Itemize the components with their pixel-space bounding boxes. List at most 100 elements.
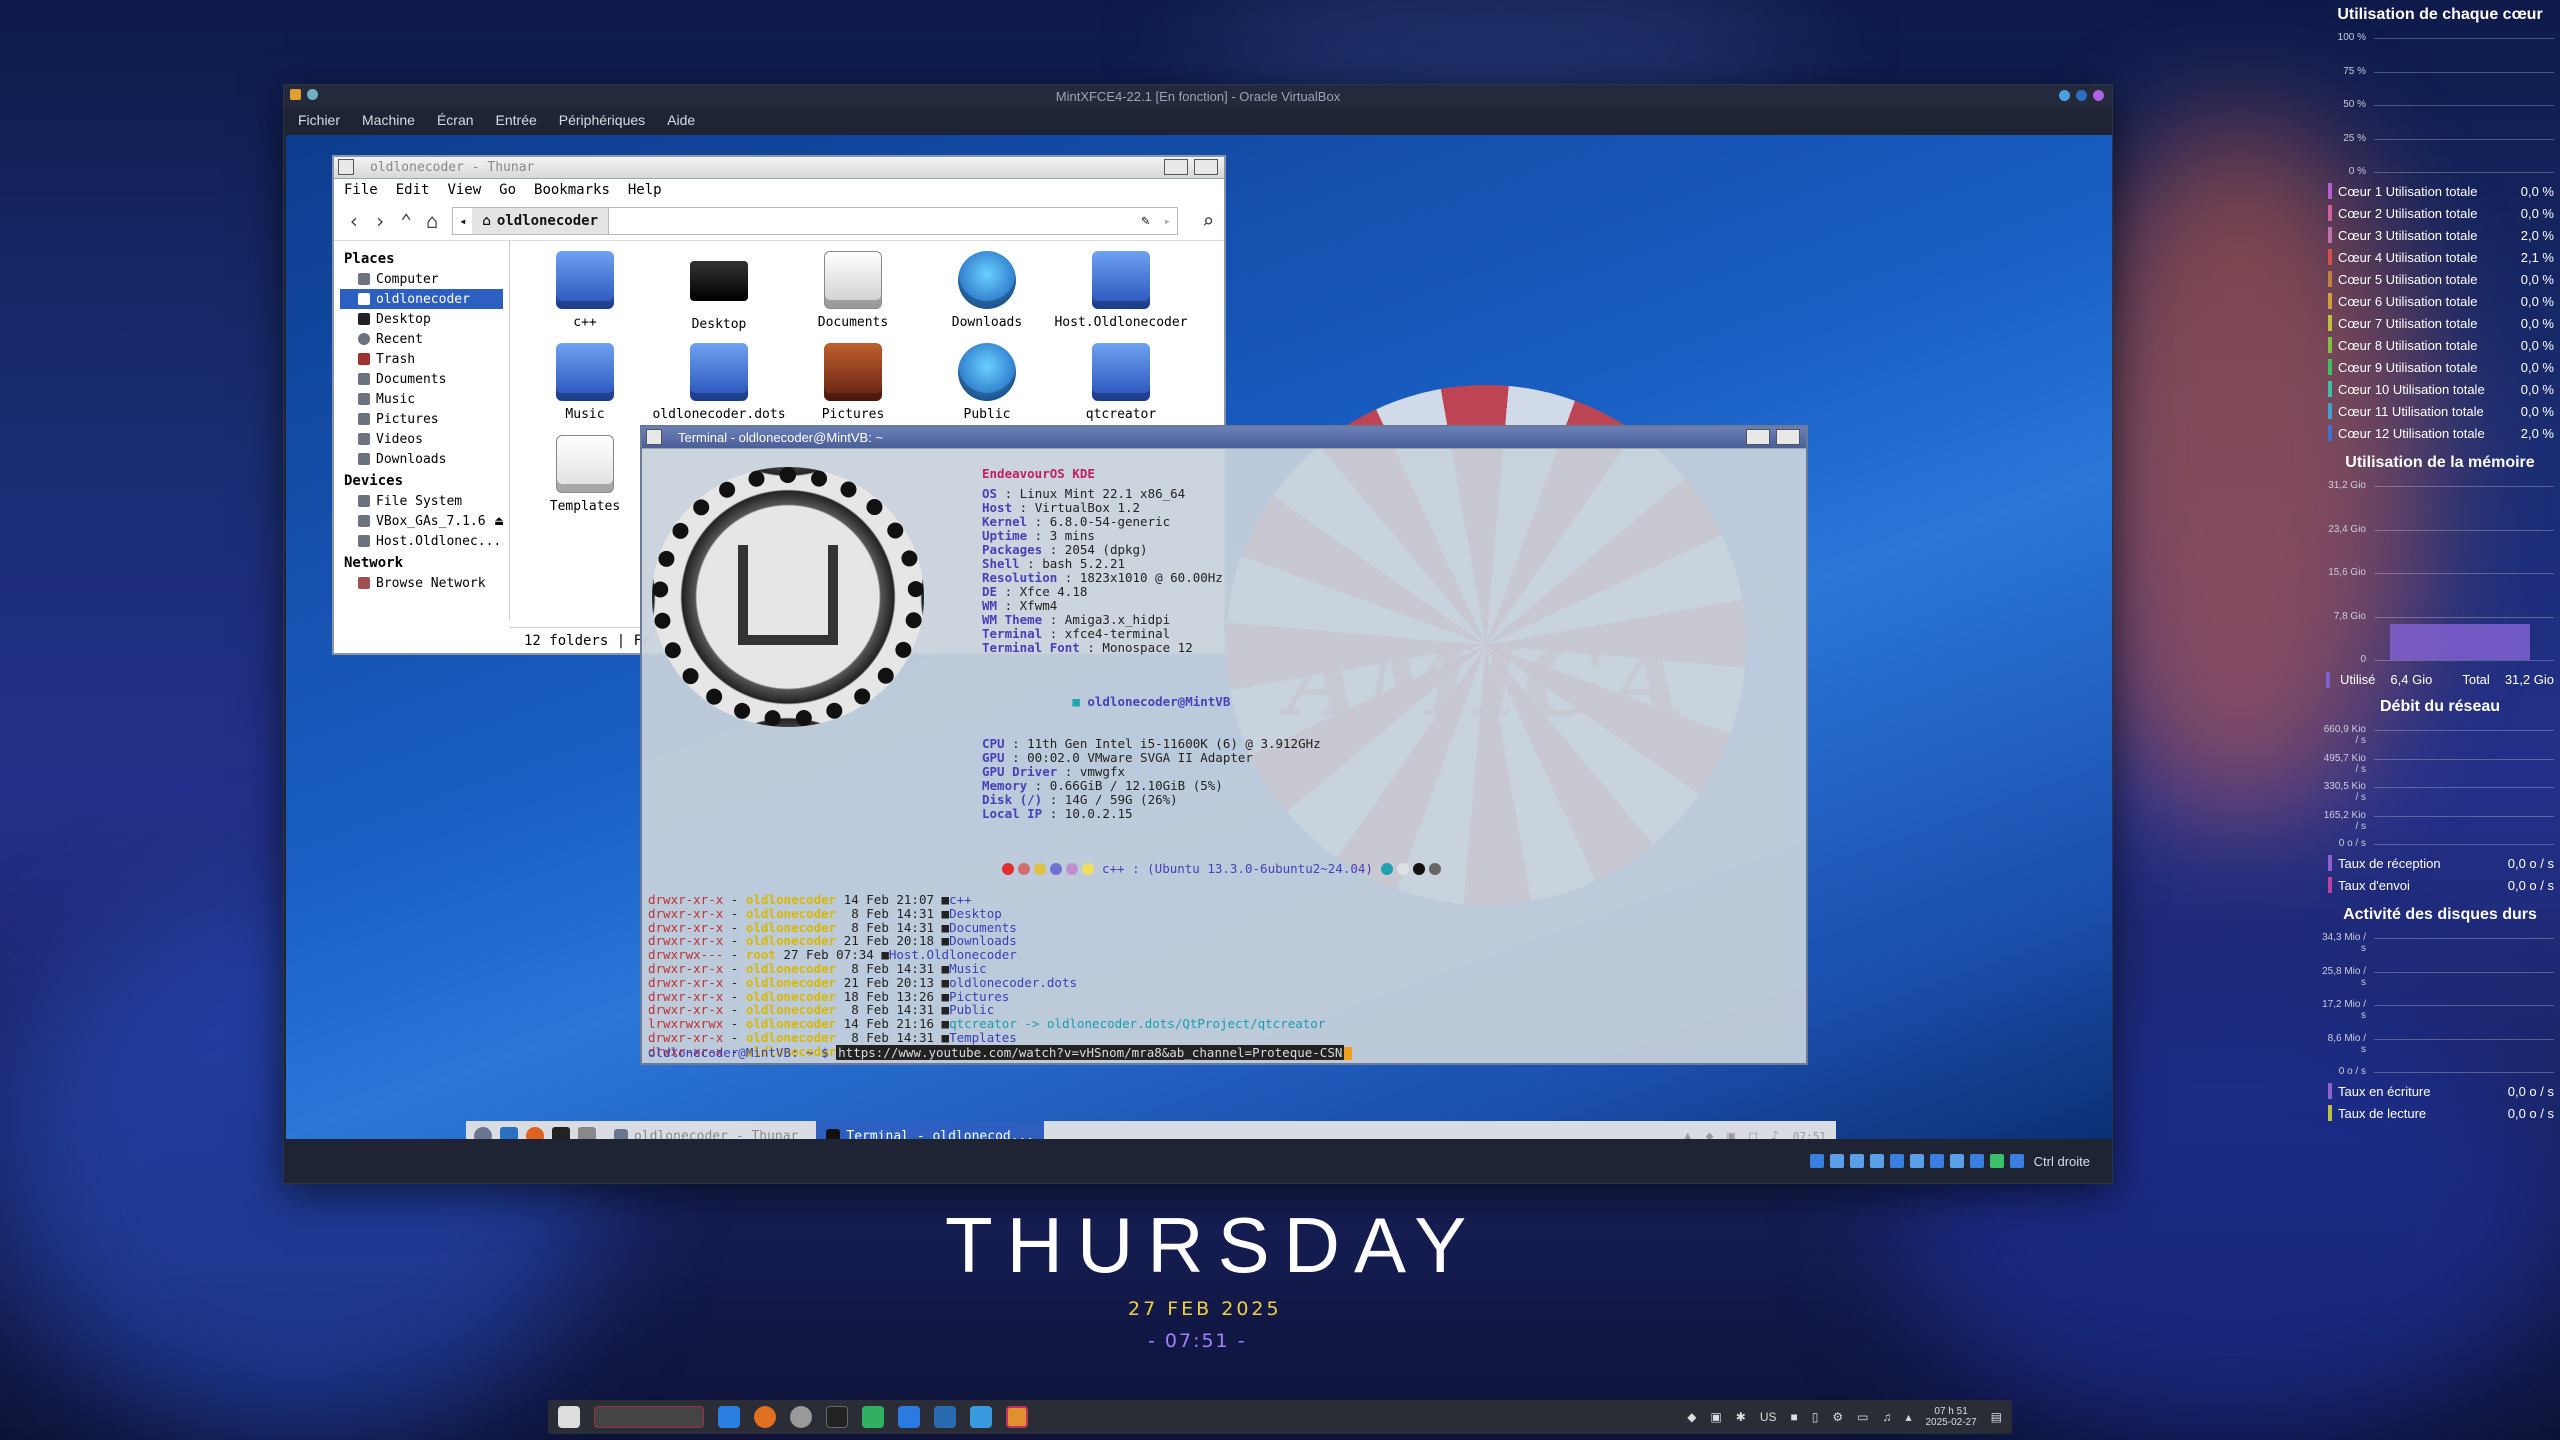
sidebar-item-music[interactable]: Music — [340, 389, 503, 409]
display-status-icon[interactable] — [1929, 1154, 1944, 1168]
sidebar-item-desktop[interactable]: Desktop — [340, 309, 503, 329]
sidebar-item-host-share[interactable]: Host.Oldlonec...⏏ — [340, 531, 503, 551]
disk-tray-icon[interactable]: ■ — [1791, 1410, 1798, 1424]
recording-status-icon[interactable] — [1949, 1154, 1964, 1168]
path-left-arrow-icon[interactable]: ◂ — [453, 214, 472, 228]
thunar-menu-edit[interactable]: Edit — [396, 182, 430, 198]
file-item-templates[interactable]: Templates — [518, 435, 652, 527]
sidebar-item-filesystem[interactable]: File System — [340, 491, 503, 511]
audio-status-icon[interactable] — [1849, 1154, 1864, 1168]
menu-machine[interactable]: Machine — [362, 112, 415, 128]
file-item-documents[interactable]: Documents — [786, 251, 920, 343]
close-button[interactable] — [2093, 90, 2104, 101]
expand-tray-icon[interactable]: ▴ — [1905, 1410, 1911, 1424]
firefox-icon[interactable] — [754, 1406, 776, 1428]
sidebar-item-pictures[interactable]: Pictures — [340, 409, 503, 429]
path-right-arrow-icon[interactable]: ▸ — [1158, 214, 1177, 228]
thunar-menu-go[interactable]: Go — [499, 182, 516, 198]
optical-status-icon[interactable] — [1829, 1154, 1844, 1168]
file-item-desktop[interactable]: Desktop — [652, 251, 786, 343]
terminal-titlebar[interactable]: Terminal - oldlonecoder@MintVB: ~ — [642, 427, 1806, 449]
cpu-status-icon[interactable] — [1969, 1154, 1984, 1168]
sidebar-item-documents[interactable]: Documents — [340, 369, 503, 389]
file-item-public[interactable]: Public — [920, 343, 1054, 435]
maximize-button[interactable] — [2076, 90, 2087, 101]
menu-aide[interactable]: Aide — [667, 112, 695, 128]
pager-icon[interactable] — [594, 1406, 704, 1428]
file-item-host[interactable]: Host.Oldlonecoder — [1054, 251, 1188, 343]
hdd-status-icon[interactable] — [1809, 1154, 1824, 1168]
thunar-menu-help[interactable]: Help — [628, 182, 662, 198]
file-item-dots[interactable]: oldlonecoder.dots — [652, 343, 786, 435]
thunar-menu-file[interactable]: File — [344, 182, 378, 198]
network-status-icon[interactable] — [1869, 1154, 1884, 1168]
updates-tray-icon[interactable]: ◆ — [1687, 1410, 1696, 1424]
eject-icon[interactable]: ⏏ — [495, 514, 503, 529]
terminal-prompt[interactable]: oldlonecoder@MintVB: ~ $ https://www.you… — [648, 1045, 1353, 1060]
app-launcher-icon[interactable] — [558, 1406, 580, 1428]
vbox-pin-icon[interactable] — [307, 89, 318, 100]
terminal-output[interactable]: EndeavourOS KDE OS : Linux Mint 22.1 x86… — [642, 449, 1806, 1063]
settings-tray-icon[interactable]: ⚙ — [1832, 1410, 1843, 1424]
mouse-integration-status-icon[interactable] — [2009, 1154, 2024, 1168]
clipboard-tray-icon[interactable]: ▣ — [1710, 1410, 1721, 1424]
sidebar-item-videos[interactable]: Videos — [340, 429, 503, 449]
guest-screen[interactable]: AMIGA oldlonecoder - Thunar File Edit Vi… — [286, 135, 2112, 1141]
sidebar-item-trash[interactable]: Trash — [340, 349, 503, 369]
sidebar-item-browse-network[interactable]: Browse Network — [340, 573, 503, 593]
volume-tray-icon[interactable]: ♫ — [1882, 1410, 1891, 1424]
back-arrow-icon[interactable]: ‹ — [348, 209, 360, 233]
file-manager-icon[interactable] — [718, 1406, 740, 1428]
file-item-music[interactable]: Music — [518, 343, 652, 435]
menu-ecran[interactable]: Écran — [437, 112, 474, 128]
shared-folder-status-icon[interactable] — [1909, 1154, 1924, 1168]
path-crumb-home[interactable]: ⌂ oldlonecoder — [472, 207, 610, 234]
keyboard-layout-indicator[interactable]: US — [1760, 1410, 1777, 1424]
location-bar[interactable]: ◂ ⌂ oldlonecoder ✎ ▸ — [452, 206, 1178, 235]
terminal-zoom-button[interactable] — [1776, 429, 1800, 445]
menu-peripheriques[interactable]: Périphériques — [559, 112, 645, 128]
guest-additions-status-icon[interactable] — [1989, 1154, 2004, 1168]
chromium-icon[interactable] — [790, 1406, 812, 1428]
calculator-icon[interactable] — [970, 1406, 992, 1428]
file-item-cpp[interactable]: c++ — [518, 251, 652, 343]
host-clock[interactable]: 07 h 51 2025-02-27 — [1926, 1406, 1977, 1428]
display-tray-icon[interactable]: ▭ — [1857, 1410, 1868, 1424]
menu-entree[interactable]: Entrée — [496, 112, 537, 128]
file-item-downloads[interactable]: Downloads — [920, 251, 1054, 343]
edit-location-icon[interactable]: ✎ — [1133, 213, 1157, 229]
sidebar-item-home[interactable]: oldlonecoder — [340, 289, 503, 309]
thunar-zoom-button[interactable] — [1194, 159, 1218, 175]
task-terminal[interactable]: Terminal - oldlonecod... — [816, 1121, 1045, 1141]
menu-fichier[interactable]: Fichier — [298, 112, 340, 128]
sidebar-item-vbox-gas[interactable]: VBox_GAs_7.1.6 ⏏ — [340, 511, 503, 531]
vscode-icon[interactable] — [898, 1406, 920, 1428]
task-thunar[interactable]: oldlonecoder - Thunar — [604, 1121, 808, 1141]
thunar-depth-button[interactable] — [1164, 159, 1188, 175]
virtualbox-titlebar[interactable]: MintXFCE4-22.1 [En fonction] - Oracle Vi… — [284, 85, 2112, 107]
forward-arrow-icon[interactable]: › — [374, 209, 386, 233]
host-key-label[interactable]: Ctrl droite — [2034, 1154, 2090, 1169]
gaming-icon[interactable] — [862, 1406, 884, 1428]
thunar-close-button[interactable] — [338, 159, 354, 175]
sidebar-item-downloads[interactable]: Downloads — [340, 449, 503, 469]
usb-status-icon[interactable] — [1889, 1154, 1904, 1168]
show-desktop-icon[interactable]: ▤ — [1991, 1410, 2002, 1424]
file-item-qtcreator[interactable]: qtcreator — [1054, 343, 1188, 435]
phone-tray-icon[interactable]: ▯ — [1812, 1410, 1819, 1424]
thunar-menu-bookmarks[interactable]: Bookmarks — [534, 182, 610, 198]
steam-icon[interactable] — [934, 1406, 956, 1428]
search-icon[interactable]: ⌕ — [1202, 209, 1214, 233]
terminal-depth-button[interactable] — [1746, 429, 1770, 445]
konsole-icon[interactable] — [826, 1406, 848, 1428]
sidebar-item-computer[interactable]: Computer — [340, 269, 503, 289]
minimize-button[interactable] — [2059, 90, 2070, 101]
virtualbox-dock-icon[interactable] — [1006, 1406, 1028, 1428]
sidebar-item-recent[interactable]: Recent — [340, 329, 503, 349]
home-icon[interactable]: ⌂ — [426, 209, 438, 233]
thunar-titlebar[interactable]: oldlonecoder - Thunar — [334, 157, 1224, 179]
terminal-close-button[interactable] — [646, 429, 662, 445]
bluetooth-tray-icon[interactable]: ✱ — [1736, 1410, 1746, 1424]
file-item-pictures[interactable]: Pictures — [786, 343, 920, 435]
command-input[interactable]: https://www.youtube.com/watch?v=vHSnom/m… — [836, 1045, 1345, 1060]
